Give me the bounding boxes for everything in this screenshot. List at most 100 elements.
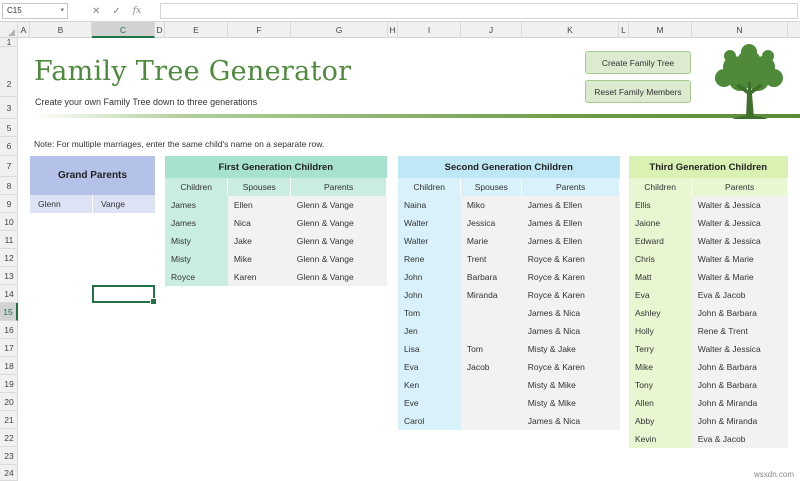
cell[interactable]: Marie [460, 232, 522, 250]
cell[interactable]: Mike [227, 250, 291, 268]
cell[interactable]: Eva [629, 286, 692, 304]
row-header[interactable]: 10 [0, 213, 18, 231]
chevron-down-icon[interactable]: ▾ [60, 6, 64, 14]
cell[interactable]: Walter & Jessica [691, 196, 788, 214]
cell[interactable]: Eve [398, 394, 461, 412]
cell[interactable]: John & Miranda [691, 412, 788, 430]
cell[interactable]: John [398, 286, 461, 304]
cell[interactable]: Glenn & Vange [290, 250, 387, 268]
cell[interactable]: Miranda [460, 286, 522, 304]
cell[interactable]: Misty & Mike [521, 394, 620, 412]
cell[interactable]: Kevin [629, 430, 692, 448]
cell[interactable]: Trent [460, 250, 522, 268]
row-header[interactable]: 24 [0, 465, 18, 481]
cell[interactable]: James [165, 196, 228, 214]
cell[interactable]: Jacob [460, 358, 522, 376]
row-header[interactable]: 3 [0, 97, 18, 119]
row-header[interactable]: 2 [0, 47, 18, 97]
cell[interactable]: Misty & Jake [521, 340, 620, 358]
row-header[interactable]: 11 [0, 231, 18, 249]
column-header[interactable]: G [291, 22, 388, 38]
cell[interactable]: Walter & Marie [691, 268, 788, 286]
cell[interactable]: Eva & Jacob [691, 286, 788, 304]
cell[interactable]: Ken [398, 376, 461, 394]
row-header[interactable]: 19 [0, 375, 18, 393]
column-header[interactable]: M [629, 22, 692, 38]
name-box[interactable]: C15 ▾ [2, 3, 68, 19]
reset-family-members-button[interactable]: Reset Family Members [585, 80, 691, 103]
row-header[interactable]: 1 [0, 37, 18, 47]
cell[interactable]: Tony [629, 376, 692, 394]
row-header[interactable]: 6 [0, 137, 18, 156]
active-cell-selection[interactable] [92, 285, 157, 305]
grandparent-name[interactable]: Glenn [30, 195, 92, 213]
column-header[interactable]: J [461, 22, 522, 38]
cell[interactable]: Carol [398, 412, 461, 430]
cell[interactable]: John & Miranda [691, 394, 788, 412]
row-header[interactable]: 17 [0, 339, 18, 357]
cell[interactable]: Holly [629, 322, 692, 340]
cell[interactable]: Walter & Jessica [691, 214, 788, 232]
cell[interactable]: Edward [629, 232, 692, 250]
cell[interactable] [460, 376, 522, 394]
row-header[interactable]: 13 [0, 267, 18, 285]
cell[interactable] [460, 394, 522, 412]
cell[interactable] [460, 304, 522, 322]
cell[interactable]: Matt [629, 268, 692, 286]
cell[interactable]: Walter & Jessica [691, 340, 788, 358]
cell[interactable]: Jen [398, 322, 461, 340]
row-header[interactable]: 18 [0, 357, 18, 375]
column-header[interactable]: B [30, 22, 92, 38]
cell[interactable] [460, 322, 522, 340]
cell[interactable]: James & Ellen [521, 196, 620, 214]
cell[interactable]: Royce [165, 268, 228, 286]
row-header[interactable]: 16 [0, 321, 18, 339]
cell[interactable]: Chris [629, 250, 692, 268]
cell[interactable]: Royce & Karen [521, 268, 620, 286]
cell[interactable]: Royce & Karen [521, 250, 620, 268]
row-header[interactable]: 8 [0, 177, 18, 195]
cell[interactable]: Barbara [460, 268, 522, 286]
row-header[interactable]: 23 [0, 447, 18, 465]
grandparent-name[interactable]: Vange [92, 195, 154, 213]
cell[interactable]: James & Nica [521, 304, 620, 322]
function-icon[interactable]: fx [133, 6, 141, 16]
row-header[interactable]: 20 [0, 393, 18, 411]
cell[interactable]: Rene [398, 250, 461, 268]
column-header[interactable]: K [522, 22, 619, 38]
cell[interactable]: Tom [398, 304, 461, 322]
worksheet[interactable]: Family Tree Generator Create your own Fa… [18, 38, 800, 481]
confirm-icon[interactable]: ✓ [112, 6, 120, 17]
row-header[interactable]: 21 [0, 411, 18, 429]
row-header[interactable]: 22 [0, 429, 18, 447]
cell[interactable]: Ellis [629, 196, 692, 214]
row-header[interactable]: 7 [0, 156, 18, 177]
row-header[interactable]: 5 [0, 119, 18, 137]
cell[interactable]: Walter & Jessica [691, 232, 788, 250]
cell[interactable]: Jake [227, 232, 291, 250]
cell[interactable] [460, 412, 522, 430]
cell[interactable]: John & Barbara [691, 304, 788, 322]
cell[interactable]: James & Nica [521, 412, 620, 430]
cell[interactable]: Tom [460, 340, 522, 358]
cell[interactable]: Ellen [227, 196, 291, 214]
cell[interactable]: Karen [227, 268, 291, 286]
cell[interactable]: Naina [398, 196, 461, 214]
cell[interactable]: Glenn & Vange [290, 196, 387, 214]
cell[interactable]: Allen [629, 394, 692, 412]
cell[interactable]: James & Ellen [521, 214, 620, 232]
cell[interactable]: Glenn & Vange [290, 232, 387, 250]
cell[interactable]: Jaione [629, 214, 692, 232]
cell[interactable]: Glenn & Vange [290, 214, 387, 232]
cell[interactable]: Jessica [460, 214, 522, 232]
cell[interactable]: Misty [165, 232, 228, 250]
column-header[interactable]: I [398, 22, 461, 38]
row-header[interactable]: 9 [0, 195, 18, 213]
cell[interactable]: Walter & Marie [691, 250, 788, 268]
column-header[interactable]: F [228, 22, 291, 38]
cell[interactable]: Lisa [398, 340, 461, 358]
formula-input[interactable] [160, 3, 798, 19]
cell[interactable]: Glenn & Vange [290, 268, 387, 286]
column-header[interactable]: E [165, 22, 228, 38]
select-all-corner[interactable] [0, 22, 18, 38]
